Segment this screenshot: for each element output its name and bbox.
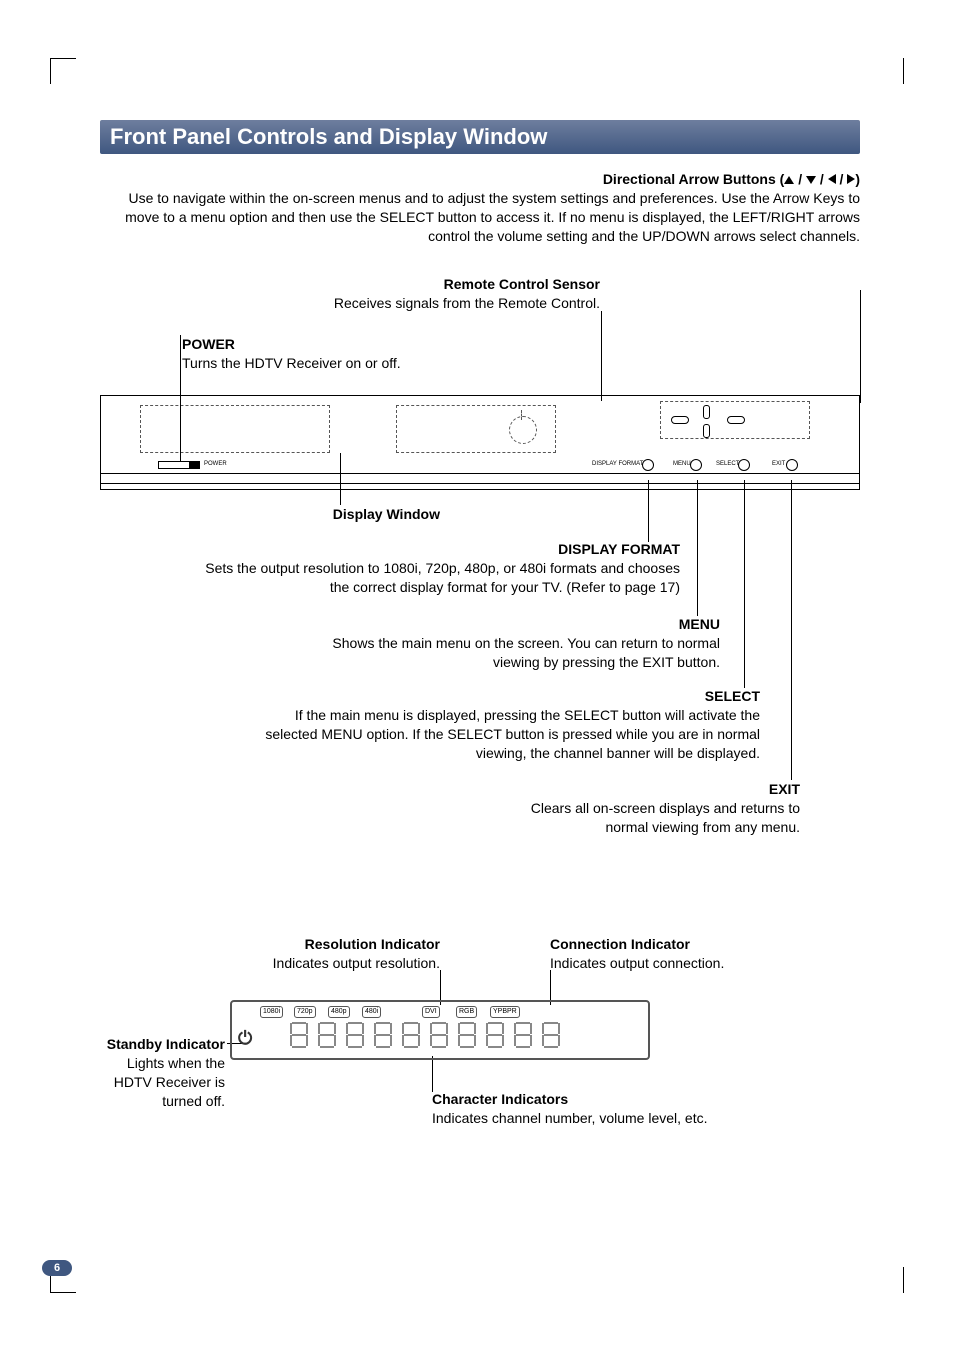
leader-line <box>744 480 745 688</box>
callout-body: Use to navigate within the on-screen men… <box>125 190 860 244</box>
left-arrow-button[interactable] <box>671 416 689 424</box>
leader-line <box>860 290 861 403</box>
callout-body: If the main menu is displayed, pressing … <box>265 707 760 761</box>
callout-exit: EXIT Clears all on-screen displays and r… <box>490 780 800 837</box>
callout-title: Connection Indicator <box>550 936 690 952</box>
callout-display-format: DISPLAY FORMAT Sets the output resolutio… <box>190 540 680 597</box>
front-panel-device: POWER DISPLAY FORMAT MENU SELECT EXIT <box>100 395 860 490</box>
display-format-button[interactable] <box>642 459 654 471</box>
seven-segment-digit <box>346 1022 364 1048</box>
crop-mark <box>50 58 76 59</box>
leader-line <box>648 480 649 542</box>
select-label: SELECT <box>716 461 739 467</box>
leader-line <box>432 1056 433 1092</box>
seven-segment-digit <box>542 1022 560 1048</box>
menu-button[interactable] <box>690 459 702 471</box>
callout-resolution-indicator: Resolution Indicator Indicates output re… <box>240 935 440 973</box>
power-button[interactable] <box>158 461 200 469</box>
callout-body: Indicates output resolution. <box>273 955 440 971</box>
callout-title: Standby Indicator <box>107 1036 225 1052</box>
menu-label: MENU <box>673 461 691 467</box>
remote-sensor-area <box>396 405 556 453</box>
callout-directional: Directional Arrow Buttons ( / / / ) Use … <box>100 170 860 246</box>
content-area: Front Panel Controls and Display Window … <box>100 120 860 154</box>
standby-icon: ⏻ <box>238 1028 252 1049</box>
callout-title: Directional Arrow Buttons ( / / / ) <box>603 171 860 187</box>
arrow-button-cluster <box>660 401 810 439</box>
callout-title: Remote Control Sensor <box>444 276 600 292</box>
leader-line <box>340 453 341 505</box>
callout-display-window: Display Window <box>100 505 440 524</box>
callout-body: Indicates channel number, volume level, … <box>432 1110 708 1126</box>
up-arrow-button[interactable] <box>703 405 710 419</box>
seven-segment-digit <box>374 1022 392 1048</box>
seven-segment-digit <box>402 1022 420 1048</box>
callout-power: POWER Turns the HDTV Receiver on or off. <box>182 335 582 373</box>
page: Front Panel Controls and Display Window … <box>0 0 954 1351</box>
display-window-outline <box>140 405 330 453</box>
callout-body: Lights when the HDTV Receiver is turned … <box>114 1055 225 1109</box>
select-button[interactable] <box>738 459 750 471</box>
callout-title: EXIT <box>769 781 800 797</box>
display-format-label: DISPLAY FORMAT <box>592 461 643 467</box>
page-number-badge: 6 <box>42 1260 72 1276</box>
callout-body: Shows the main menu on the screen. You c… <box>332 635 720 670</box>
callout-title: MENU <box>679 616 720 632</box>
crop-mark <box>903 1267 904 1293</box>
crop-mark <box>50 1292 76 1293</box>
callout-title: SELECT <box>705 688 760 704</box>
leader-line <box>791 480 792 780</box>
section-header: Front Panel Controls and Display Window <box>100 120 860 154</box>
callout-body: Sets the output resolution to 1080i, 720… <box>205 560 680 595</box>
right-arrow-button[interactable] <box>727 416 745 424</box>
seven-segment-digit <box>318 1022 336 1048</box>
character-digit-row <box>262 1000 682 1060</box>
crop-mark <box>903 58 904 84</box>
seven-segment-digit <box>486 1022 504 1048</box>
callout-select: SELECT If the main menu is displayed, pr… <box>250 687 760 763</box>
exit-button[interactable] <box>786 459 798 471</box>
power-label: POWER <box>204 461 227 467</box>
seven-segment-digit <box>514 1022 532 1048</box>
callout-menu: MENU Shows the main menu on the screen. … <box>290 615 720 672</box>
callout-title: Display Window <box>333 506 440 522</box>
callout-body: Indicates output connection. <box>550 955 724 971</box>
seven-segment-digit <box>290 1022 308 1048</box>
callout-standby-indicator: Standby Indicator Lights when the HDTV R… <box>100 1035 225 1111</box>
callout-body: Clears all on-screen displays and return… <box>531 800 800 835</box>
leader-line <box>180 335 181 461</box>
callout-title: DISPLAY FORMAT <box>558 541 680 557</box>
callout-connection-indicator: Connection Indicator Indicates output co… <box>550 935 790 973</box>
callout-title: POWER <box>182 336 235 352</box>
callout-body: Receives signals from the Remote Control… <box>334 295 600 311</box>
callout-remote-sensor: Remote Control Sensor Receives signals f… <box>100 275 600 313</box>
callout-character-indicators: Character Indicators Indicates channel n… <box>432 1090 792 1128</box>
crop-mark <box>50 58 51 84</box>
sensor-icon <box>509 416 537 444</box>
seven-segment-digit <box>458 1022 476 1048</box>
leader-line <box>697 480 698 616</box>
exit-label: EXIT <box>772 461 785 467</box>
down-arrow-button[interactable] <box>703 424 710 438</box>
leader-line <box>601 311 602 401</box>
callout-title: Character Indicators <box>432 1091 568 1107</box>
callout-title: Resolution Indicator <box>305 936 440 952</box>
callout-body: Turns the HDTV Receiver on or off. <box>182 355 401 371</box>
seven-segment-digit <box>430 1022 448 1048</box>
